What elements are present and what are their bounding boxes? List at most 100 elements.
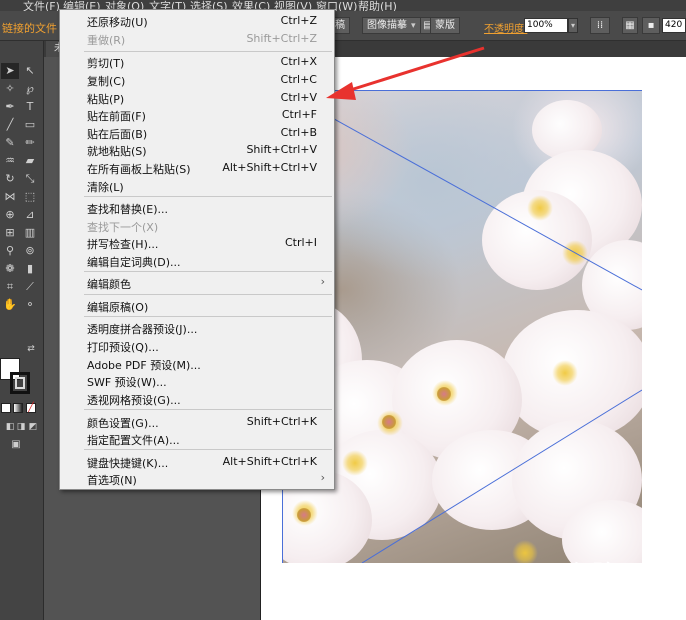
stroke-swatch[interactable] bbox=[10, 372, 30, 394]
menu-item-perspective-grid-presets[interactable]: 透视网格预设(G)... bbox=[61, 390, 333, 408]
eraser-icon[interactable]: ▰ bbox=[21, 153, 39, 169]
width-input[interactable]: 420 bbox=[662, 18, 686, 33]
swap-colors-icon[interactable]: ⇄ bbox=[22, 341, 40, 357]
perspective-grid-icon[interactable]: ⊿ bbox=[21, 207, 39, 223]
magic-wand-icon[interactable]: ✧ bbox=[1, 81, 19, 97]
menu-item-spell-check[interactable]: 拼写检查(H)... Ctrl+I bbox=[61, 234, 333, 252]
menu-item-paste-on-all-artboards[interactable]: 在所有画板上粘贴(S) Alt+Shift+Ctrl+V bbox=[61, 159, 333, 177]
rotate-icon[interactable]: ↻ bbox=[1, 171, 19, 187]
draw-inside-icon[interactable]: ◩ bbox=[24, 419, 42, 435]
menu-item-shortcut: Shift+Ctrl+V bbox=[246, 143, 317, 156]
mesh-icon[interactable]: ⊞ bbox=[1, 225, 19, 241]
blend-icon[interactable]: ⊚ bbox=[21, 243, 39, 259]
menu-item-paste-in-back[interactable]: 贴在后面(B) Ctrl+B bbox=[61, 124, 333, 142]
color-mode-icon[interactable] bbox=[1, 403, 11, 413]
gradient-icon[interactable]: ▥ bbox=[21, 225, 39, 241]
eyedropper-icon[interactable]: ⚲ bbox=[1, 243, 19, 259]
menu-item-label: 编辑自定词典(D)... bbox=[87, 256, 181, 269]
free-transform-icon[interactable]: ⬚ bbox=[21, 189, 39, 205]
menu-item-label: 拼写检查(H)... bbox=[87, 238, 159, 251]
blob-brush-icon[interactable]: ♒ bbox=[1, 153, 19, 169]
diagonal-guide-line bbox=[282, 90, 642, 291]
menu-item-copy[interactable]: 复制(C) Ctrl+C bbox=[61, 71, 333, 89]
pen-icon[interactable]: ✒ bbox=[1, 99, 19, 115]
opacity-label[interactable]: 不透明度: bbox=[484, 20, 527, 35]
column-graph-icon[interactable]: ▮ bbox=[21, 261, 39, 277]
menu-separator bbox=[84, 449, 332, 450]
gradient-mode-icon[interactable] bbox=[13, 403, 23, 413]
menu-item-clear[interactable]: 清除(L) bbox=[61, 177, 333, 195]
selection-icon[interactable]: ➤ bbox=[1, 63, 19, 79]
menu-item-transparency-flattener-presets[interactable]: 透明度拼合器预设(J)... bbox=[61, 319, 333, 337]
placed-image-cherry-blossoms[interactable] bbox=[282, 90, 642, 563]
menu-item-label: Adobe PDF 预设(M)... bbox=[87, 359, 201, 372]
scale-icon[interactable]: ⤡ bbox=[21, 171, 39, 187]
menu-item-label: 指定配置文件(A)... bbox=[87, 434, 180, 447]
menu-item-label: 清除(L) bbox=[87, 181, 124, 194]
menu-item-label: 首选项(N) bbox=[87, 474, 137, 487]
line-icon[interactable]: ╱ bbox=[1, 117, 19, 133]
menu-separator bbox=[84, 196, 332, 197]
lasso-icon[interactable]: ℘ bbox=[21, 81, 39, 97]
watermark-url: jingyan.baidu.com bbox=[538, 584, 640, 597]
rectangle-icon[interactable]: ▭ bbox=[21, 117, 39, 133]
menu-help[interactable]: 帮助(H) bbox=[358, 0, 397, 11]
edit-menu-dropdown: 还原移动(U) Ctrl+Z 重做(R) Shift+Ctrl+Z 剪切(T) … bbox=[59, 9, 335, 490]
slice-icon[interactable]: ⟋ bbox=[21, 279, 39, 295]
menu-item-find-next[interactable]: 查找下一个(X) bbox=[61, 217, 333, 235]
menu-item-paste-in-front[interactable]: 贴在前面(F) Ctrl+F bbox=[61, 106, 333, 124]
menu-item-print-presets[interactable]: 打印预设(Q)... bbox=[61, 337, 333, 355]
menu-item-edit-colors[interactable]: 编辑颜色 › bbox=[61, 274, 333, 292]
menu-separator bbox=[84, 51, 332, 52]
menu-item-paste-in-place[interactable]: 就地粘贴(S) Shift+Ctrl+V bbox=[61, 141, 333, 159]
menu-item-label: 透视网格预设(G)... bbox=[87, 394, 181, 407]
menu-item-shortcut: Ctrl+F bbox=[281, 108, 317, 121]
menu-item-label: 透明度拼合器预设(J)... bbox=[87, 323, 198, 336]
menu-item-edit-original[interactable]: 编辑原稿(O) bbox=[61, 297, 333, 315]
width-icon[interactable]: ⋈ bbox=[1, 189, 19, 205]
menu-item-label: 打印预设(Q)... bbox=[87, 341, 159, 354]
artboard-icon[interactable]: ⌗ bbox=[1, 279, 19, 295]
menu-item-edit-custom-dictionary[interactable]: 编辑自定词典(D)... bbox=[61, 252, 333, 270]
menu-separator bbox=[84, 409, 332, 410]
menu-item-swf-presets[interactable]: SWF 预设(W)... bbox=[61, 372, 333, 390]
menu-item-adobe-pdf-presets[interactable]: Adobe PDF 预设(M)... bbox=[61, 355, 333, 373]
opacity-dropdown-arrow[interactable]: ▾ bbox=[568, 18, 578, 33]
mask-button[interactable]: 蒙版 bbox=[430, 17, 460, 34]
screen-mode-icon[interactable]: ▣ bbox=[7, 437, 25, 453]
zoom-icon[interactable]: ⚬ bbox=[21, 297, 39, 313]
menu-item-shortcut: Ctrl+X bbox=[280, 55, 317, 68]
menu-item-label: SWF 预设(W)... bbox=[87, 376, 167, 389]
opacity-input[interactable]: 100% bbox=[524, 18, 568, 33]
menu-item-redo[interactable]: 重做(R) Shift+Ctrl+Z bbox=[61, 30, 333, 48]
menu-item-assign-profile[interactable]: 指定配置文件(A)... bbox=[61, 430, 333, 448]
selection-guides bbox=[282, 90, 642, 563]
pencil-icon[interactable]: ✏ bbox=[21, 135, 39, 151]
menu-item-label: 键盘快捷键(K)... bbox=[87, 457, 169, 470]
menu-item-find-replace[interactable]: 查找和替换(E)... bbox=[61, 199, 333, 217]
reference-point-icon[interactable]: ▪ bbox=[642, 17, 660, 34]
menu-separator bbox=[84, 294, 332, 295]
image-trace-button[interactable]: 图像描摹 bbox=[362, 17, 421, 34]
type-icon[interactable]: T bbox=[21, 99, 39, 115]
align-icon[interactable]: ⁞⁞ bbox=[590, 17, 610, 34]
symbol-sprayer-icon[interactable]: ❁ bbox=[1, 261, 19, 277]
menu-item-keyboard-shortcuts[interactable]: 键盘快捷键(K)... Alt+Shift+Ctrl+K bbox=[61, 453, 333, 471]
menu-item-label: 查找下一个(X) bbox=[87, 221, 159, 234]
menu-item-color-settings[interactable]: 颜色设置(G)... Shift+Ctrl+K bbox=[61, 413, 333, 431]
menu-item-paste[interactable]: 粘贴(P) Ctrl+V bbox=[61, 89, 333, 107]
none-mode-icon[interactable]: ╱ bbox=[26, 403, 36, 413]
menu-item-label: 贴在后面(B) bbox=[87, 128, 148, 141]
selection-type-label[interactable]: 链接的文件 bbox=[2, 20, 57, 36]
menu-item-shortcut: Shift+Ctrl+Z bbox=[246, 32, 317, 45]
transform-options-icon[interactable]: ▦ bbox=[622, 17, 638, 34]
direct-selection-icon[interactable]: ↖ bbox=[21, 63, 39, 79]
menu-separator bbox=[84, 316, 332, 317]
shape-builder-icon[interactable]: ⊕ bbox=[1, 207, 19, 223]
menu-item-preferences[interactable]: 首选项(N) › bbox=[61, 470, 333, 488]
menu-item-cut[interactable]: 剪切(T) Ctrl+X bbox=[61, 53, 333, 71]
menu-item-undo-move[interactable]: 还原移动(U) Ctrl+Z bbox=[61, 12, 333, 30]
menu-file[interactable]: 文件(F) bbox=[23, 0, 60, 11]
paintbrush-icon[interactable]: ✎ bbox=[1, 135, 19, 151]
hand-icon[interactable]: ✋ bbox=[1, 297, 19, 313]
